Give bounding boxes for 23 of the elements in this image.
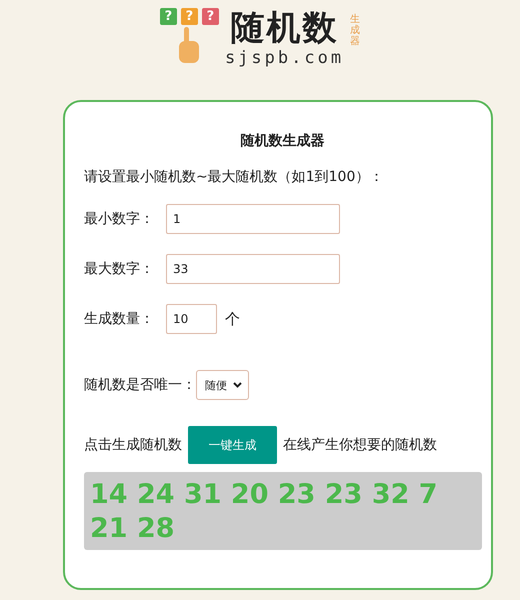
number-field[interactable]: 1 — [166, 204, 340, 234]
question-mark-icon: ? — [160, 8, 177, 25]
question-mark-icon: ? — [180, 8, 198, 25]
unit-label: 个 — [225, 310, 240, 328]
action-text: 点击生成随机数 — [84, 436, 182, 454]
action-text: 在线产生你想要的随机数 — [283, 436, 437, 454]
logo-domain: sjspb.com — [224, 48, 344, 68]
chevron-down-icon — [233, 382, 242, 388]
pointing-hand-icon — [178, 27, 200, 65]
generate-button[interactable]: 一键生成 — [188, 426, 277, 464]
unique-select[interactable]: 随便 — [196, 370, 249, 400]
field-label: 生成数量： — [84, 310, 155, 328]
result-numbers: 14 24 31 20 23 23 32 7 21 28 — [84, 472, 482, 550]
card-title: 随机数生成器 — [240, 132, 326, 150]
field-label: 最小数字： — [84, 210, 155, 228]
instruction-text: 请设置最小随机数~最大随机数（如1到100）： — [84, 168, 384, 186]
question-mark-icon: ? — [202, 8, 219, 25]
logo-tag: 生成器 — [350, 14, 360, 47]
logo-title: 随机数 — [230, 8, 338, 48]
field-label: 最大数字： — [84, 260, 155, 278]
field-label: 随机数是否唯一： — [84, 376, 196, 394]
number-field[interactable]: 10 — [166, 304, 217, 334]
number-field[interactable]: 33 — [166, 254, 340, 284]
